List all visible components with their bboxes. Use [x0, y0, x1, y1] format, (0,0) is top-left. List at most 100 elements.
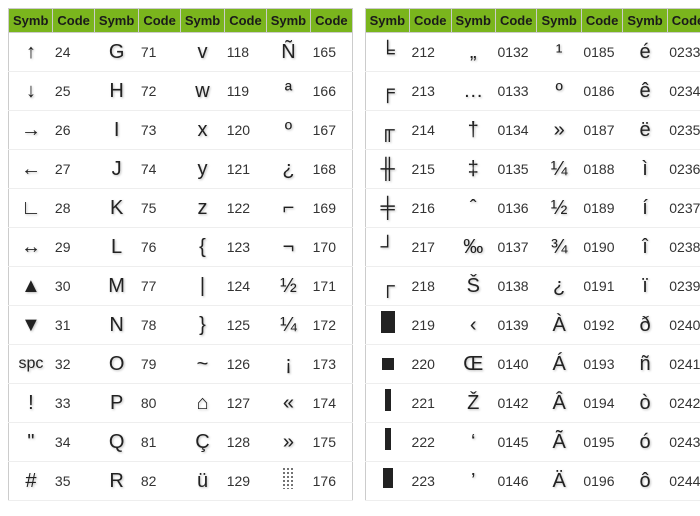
symbol-cell: ╓ [365, 111, 409, 150]
code-cell: 0194 [581, 384, 623, 423]
symbol-cell: « [266, 384, 310, 423]
code-cell: 0133 [495, 72, 537, 111]
table-row: ∟28K75z122⌐169 [9, 189, 353, 228]
table-row: →26I73x120º167 [9, 111, 353, 150]
code-cell: 31 [53, 306, 95, 345]
code-cell: 0236 [667, 150, 700, 189]
symbol-cell: P [94, 384, 138, 423]
code-cell: 125 [225, 306, 267, 345]
table-row: 223’0146Ä0196ô0244 [365, 462, 700, 501]
symbol-cell: ⌐ [266, 189, 310, 228]
symbol-cell: ‡ [451, 150, 495, 189]
code-cell: 173 [311, 345, 353, 384]
code-cell: 32 [53, 345, 95, 384]
symbol-cell: ! [9, 384, 53, 423]
symbol-cell: L [94, 228, 138, 267]
code-cell: 169 [311, 189, 353, 228]
col-header-symb: Symb [94, 9, 138, 33]
glyph-icon [382, 358, 394, 370]
table-row: 221Ž0142Â0194ò0242 [365, 384, 700, 423]
code-cell: 0140 [495, 345, 537, 384]
code-cell: 222 [410, 423, 452, 462]
code-cell: 214 [410, 111, 452, 150]
header-row: SymbCodeSymbCodeSymbCodeSymbCode [365, 9, 700, 33]
table-row: ╪216ˆ0136½0189í0237 [365, 189, 700, 228]
symbol-cell: ¼ [537, 150, 581, 189]
code-cell: 25 [53, 72, 95, 111]
code-cell: 26 [53, 111, 95, 150]
table-row: ↓25H72w119ª166 [9, 72, 353, 111]
symbol-cell: I [94, 111, 138, 150]
code-cell: 0139 [495, 306, 537, 345]
symbol-cell [365, 384, 409, 423]
col-header-symb: Symb [537, 9, 581, 33]
code-cell: 126 [225, 345, 267, 384]
table-row: !33P80⌂127«174 [9, 384, 353, 423]
code-cell: 212 [410, 33, 452, 72]
code-cell: 223 [410, 462, 452, 501]
symbol-cell: ⌂ [180, 384, 224, 423]
symbol-cell: ˆ [451, 189, 495, 228]
col-header-code: Code [225, 9, 267, 33]
symbol-cell: ↑ [9, 33, 53, 72]
code-cell: 0191 [581, 267, 623, 306]
symbol-cell: Œ [451, 345, 495, 384]
code-cell: 167 [311, 111, 353, 150]
symbol-cell: J [94, 150, 138, 189]
symbol-cell: ½ [537, 189, 581, 228]
table-row: ╒213…0133º0186ê0234 [365, 72, 700, 111]
code-cell: 0188 [581, 150, 623, 189]
col-header-symb: Symb [180, 9, 224, 33]
code-cell: 124 [225, 267, 267, 306]
symbol-cell: G [94, 33, 138, 72]
glyph-icon [282, 467, 294, 489]
symbol-cell: z [180, 189, 224, 228]
symbol-cell: } [180, 306, 224, 345]
symbol-cell: î [623, 228, 667, 267]
symbol-cell: ← [9, 150, 53, 189]
code-cell: 29 [53, 228, 95, 267]
code-cell: 0185 [581, 33, 623, 72]
table-row: ╓214†0134»0187ë0235 [365, 111, 700, 150]
symbol-cell: Ã [537, 423, 581, 462]
code-cell: 216 [410, 189, 452, 228]
code-cell: 0189 [581, 189, 623, 228]
symbol-cell: ╘ [365, 33, 409, 72]
symbol-cell: N [94, 306, 138, 345]
symbol-cell: ó [623, 423, 667, 462]
table-row: ▲30M77|124½171 [9, 267, 353, 306]
header-row: SymbCodeSymbCodeSymbCodeSymbCode [9, 9, 353, 33]
symbol-cell: ë [623, 111, 667, 150]
symbol-cell: ð [623, 306, 667, 345]
symbol-cell: w [180, 72, 224, 111]
code-cell: 0136 [495, 189, 537, 228]
symbol-cell: ‘ [451, 423, 495, 462]
code-cell: 123 [225, 228, 267, 267]
symbol-cell: Ž [451, 384, 495, 423]
table-row: ←27J74y121¿168 [9, 150, 353, 189]
symbol-cell: í [623, 189, 667, 228]
symbol-cell: ¼ [266, 306, 310, 345]
symbol-cell: ▼ [9, 306, 53, 345]
col-header-code: Code [139, 9, 181, 33]
symbol-cell: ½ [266, 267, 310, 306]
code-cell: 0238 [667, 228, 700, 267]
symbol-cell: Q [94, 423, 138, 462]
code-cell: 121 [225, 150, 267, 189]
symbol-cell: ì [623, 150, 667, 189]
glyph-icon [381, 311, 395, 333]
table-row: ▼31N78}125¼172 [9, 306, 353, 345]
symbol-cell: spc [9, 345, 53, 384]
code-cell: 0239 [667, 267, 700, 306]
code-cell: 220 [410, 345, 452, 384]
code-cell: 71 [139, 33, 181, 72]
code-cell: 74 [139, 150, 181, 189]
symbol-cell [266, 462, 310, 501]
code-cell: 75 [139, 189, 181, 228]
col-header-symb: Symb [9, 9, 53, 33]
code-cell: 0196 [581, 462, 623, 501]
table-row: 220Œ0140Á0193ñ0241 [365, 345, 700, 384]
symbol-cell: | [180, 267, 224, 306]
code-cell: 0190 [581, 228, 623, 267]
symbol-cell: ¬ [266, 228, 310, 267]
